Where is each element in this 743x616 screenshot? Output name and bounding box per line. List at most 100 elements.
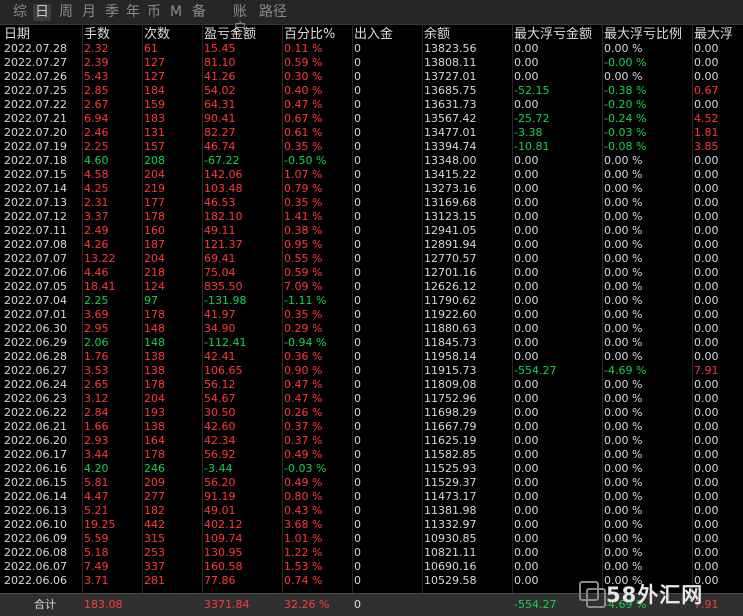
table-row[interactable]: 2022.07.25 2.85 184 54.02 0.40 % 0 13685.75 -52… (0, 84, 743, 98)
table-cell: 0.00 % (604, 238, 643, 251)
table-row[interactable]: 2022.07.28 2.32 61 15.45 0.11 % 0 13823.56 0.00… (0, 42, 743, 56)
table-row[interactable]: 2022.06.08 5.18 253 130.95 1.22 % 0 10821.11 0.… (0, 546, 743, 560)
table-row[interactable]: 2022.06.14 4.47 277 91.19 0.80 % 0 11473.17 0.0… (0, 490, 743, 504)
table-row[interactable]: 2022.07.05 18.41 124 835.50 7.09 % 0 12626.12 0… (0, 280, 743, 294)
table-cell: 11473.17 (424, 490, 477, 503)
tab-9[interactable]: 备 (190, 4, 208, 21)
table-cell: 42.34 (204, 434, 236, 447)
table-cell: 2022.07.11 (4, 224, 67, 237)
table-row[interactable]: 2022.06.13 5.21 182 49.01 0.43 % 0 11381.98 0.0… (0, 504, 743, 518)
table-cell: 177 (144, 196, 165, 209)
tab-7[interactable]: 币 (145, 4, 163, 21)
tab-11[interactable]: 路径 (257, 4, 289, 21)
table-row[interactable]: 2022.07.19 2.25 157 46.74 0.35 % 0 13394.74 -10… (0, 140, 743, 154)
table-row[interactable]: 2022.06.10 19.25 442 402.12 3.68 % 0 11332.97 0… (0, 518, 743, 532)
table-cell: 0.67 % (284, 112, 323, 125)
table-row[interactable]: 2022.06.15 5.81 209 56.20 0.49 % 0 11529.37 0.0… (0, 476, 743, 490)
table-row[interactable]: 2022.06.20 2.93 164 42.34 0.37 % 0 11625.19 0.0… (0, 434, 743, 448)
table-cell: 77.86 (204, 574, 236, 587)
table-cell: 0 (354, 266, 361, 279)
table-cell: 0.00 (514, 252, 539, 265)
table-cell: 2.85 (84, 84, 109, 97)
table-cell: 0.00 (514, 98, 539, 111)
table-row[interactable]: 2022.06.07 7.49 337 160.58 1.53 % 0 10690.16 0.… (0, 560, 743, 574)
table-row[interactable]: 2022.06.30 2.95 148 34.90 0.29 % 0 11880.63 0.0… (0, 322, 743, 336)
table-row[interactable]: 2022.07.08 4.26 187 121.37 0.95 % 0 12891.94 0.… (0, 238, 743, 252)
table-cell: 0.00 (694, 280, 719, 293)
table-row[interactable]: 2022.06.27 3.53 138 106.65 0.90 % 0 11915.73 -5… (0, 364, 743, 378)
table-row[interactable]: 2022.06.22 2.84 193 30.50 0.26 % 0 11698.29 0.0… (0, 406, 743, 420)
table-cell: 0.49 % (284, 476, 323, 489)
table-cell: 0.00 (694, 462, 719, 475)
tab-3[interactable]: 周 (57, 4, 75, 21)
table-cell: 0.00 (694, 238, 719, 251)
table-cell: 0.74 % (284, 574, 323, 587)
table-row[interactable]: 2022.07.13 2.31 177 46.53 0.35 % 0 13169.68 0.0… (0, 196, 743, 210)
table-cell: 281 (144, 574, 165, 587)
table-row[interactable]: 2022.07.27 2.39 127 81.10 0.59 % 0 13808.11 0.0… (0, 56, 743, 70)
table-cell: 90.41 (204, 112, 236, 125)
table-cell: 4.46 (84, 266, 109, 279)
table-cell: 0.00 (514, 266, 539, 279)
table-cell: 13477.01 (424, 126, 477, 139)
table-cell: 0.00 % (604, 210, 643, 223)
table-cell: 0.00 (694, 168, 719, 181)
table-row[interactable]: 2022.07.11 2.49 160 49.11 0.38 % 0 12941.05 0.0… (0, 224, 743, 238)
table-row[interactable]: 2022.06.28 1.76 138 42.41 0.36 % 0 11958.14 0.0… (0, 350, 743, 364)
table-cell: 11809.08 (424, 378, 477, 391)
tab-8[interactable]: M (168, 4, 184, 21)
table-cell: 0 (354, 280, 361, 293)
table-cell: 0.90 % (284, 364, 323, 377)
table-cell: 0.00 (694, 210, 719, 223)
table-row[interactable]: 2022.07.06 4.46 218 75.04 0.59 % 0 12701.16 0.0… (0, 266, 743, 280)
table-row[interactable]: 2022.06.21 1.66 138 42.60 0.37 % 0 11667.79 0.0… (0, 420, 743, 434)
table-cell: 1.53 % (284, 560, 323, 573)
table-cell: 0.00 (694, 98, 719, 111)
table-cell: 0.00 % (604, 518, 643, 531)
table-cell: 0.00 (694, 434, 719, 447)
table-cell: 0.67 (694, 84, 719, 97)
table-cell: 11529.37 (424, 476, 477, 489)
table-row[interactable]: 2022.06.29 2.06 148 -112.41 -0.94 % 0 11845.73… (0, 336, 743, 350)
table-cell: 2022.06.29 (4, 336, 67, 349)
table-cell: 0 (354, 322, 361, 335)
table-cell: 13415.22 (424, 168, 477, 181)
table-row[interactable]: 2022.07.04 2.25 97 -131.98 -1.11 % 0 11790.62 0… (0, 294, 743, 308)
table-row[interactable]: 2022.07.01 3.69 178 41.97 0.35 % 0 11922.60 0.0… (0, 308, 743, 322)
table-row[interactable]: 2022.07.07 13.22 204 69.41 0.55 % 0 12770.57 0.… (0, 252, 743, 266)
table-cell: 2022.07.15 (4, 168, 67, 181)
table-cell: 13123.15 (424, 210, 477, 223)
table-row[interactable]: 2022.07.20 2.46 131 82.27 0.61 % 0 13477.01 -3.… (0, 126, 743, 140)
table-cell: 0.00 % (604, 182, 643, 195)
table-cell: 0.00 (694, 336, 719, 349)
tab-6[interactable]: 年 (124, 4, 142, 21)
table-row[interactable]: 2022.06.24 2.65 178 56.12 0.47 % 0 11809.08 0.0… (0, 378, 743, 392)
table-row[interactable]: 2022.06.09 5.59 315 109.74 1.01 % 0 10930.85 0.… (0, 532, 743, 546)
table-cell: 0.00 % (604, 196, 643, 209)
table-cell: 0.00 (694, 560, 719, 573)
table-row[interactable]: 2022.07.15 4.58 204 142.06 1.07 % 0 13415.22 0.… (0, 168, 743, 182)
tab-1[interactable]: 综 (12, 4, 28, 21)
table-cell: 2022.07.21 (4, 112, 67, 125)
tab-2[interactable]: 日 (33, 4, 51, 21)
tab-4[interactable]: 月 (80, 4, 98, 21)
table-cell: 0.00 (514, 406, 539, 419)
tab-10[interactable]: 账户 (228, 4, 252, 37)
table-row[interactable]: 2022.06.23 3.12 204 54.67 0.47 % 0 11752.96 0.0… (0, 392, 743, 406)
table-row[interactable]: 2022.07.14 4.25 219 103.48 0.79 % 0 13273.16 0.… (0, 182, 743, 196)
table-cell: 13631.73 (424, 98, 477, 111)
table-cell: 0.00 (514, 238, 539, 251)
table-cell: 3.12 (84, 392, 109, 405)
table-row[interactable]: 2022.06.17 3.44 178 56.92 0.49 % 0 11582.85 0.0… (0, 448, 743, 462)
table-cell: 2022.07.05 (4, 280, 67, 293)
table-row[interactable]: 2022.07.12 3.37 178 182.10 1.41 % 0 13123.15 0.… (0, 210, 743, 224)
table-cell: 1.41 % (284, 210, 323, 223)
table-cell: 0.00 (514, 476, 539, 489)
table-cell: 0.00 (514, 322, 539, 335)
table-row[interactable]: 2022.07.18 4.60 208 -67.22 -0.50 % 0 13348.00 0… (0, 154, 743, 168)
table-row[interactable]: 2022.06.16 4.20 246 -3.44 -0.03 % 0 11525.93 0.… (0, 462, 743, 476)
table-row[interactable]: 2022.07.22 2.67 159 64.31 0.47 % 0 13631.73 0.0… (0, 98, 743, 112)
table-row[interactable]: 2022.07.21 6.94 183 90.41 0.67 % 0 13567.42 -25… (0, 112, 743, 126)
tab-5[interactable]: 季 (103, 4, 121, 21)
table-row[interactable]: 2022.07.26 5.43 127 41.26 0.30 % 0 13727.01 0.0… (0, 70, 743, 84)
